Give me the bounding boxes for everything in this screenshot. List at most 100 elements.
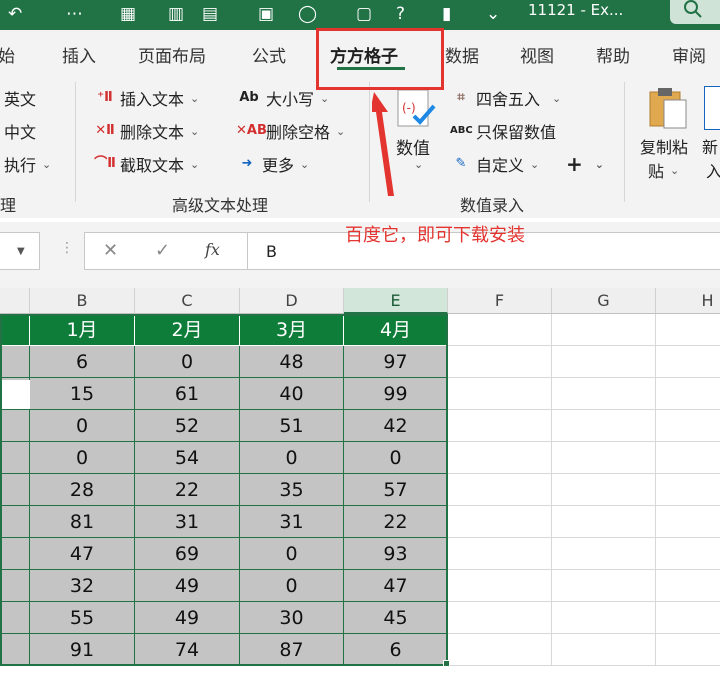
empty-cell[interactable] <box>448 538 552 570</box>
fill-handle[interactable] <box>443 660 450 667</box>
tab-help[interactable]: 帮助 <box>596 42 630 67</box>
data-cell[interactable] <box>0 634 30 666</box>
data-cell[interactable]: 6 <box>30 346 135 378</box>
data-cell[interactable]: 69 <box>135 538 240 570</box>
undo-icon[interactable]: ↶ <box>8 2 22 26</box>
textbox-icon[interactable]: ▢ <box>356 2 372 26</box>
data-cell[interactable]: 55 <box>30 602 135 634</box>
table-icon[interactable]: ▤ <box>202 2 218 26</box>
column-header-f[interactable]: F <box>448 288 552 314</box>
name-box[interactable]: ▼ <box>0 232 40 270</box>
data-cell[interactable]: 6 <box>344 634 448 666</box>
column-header-a[interactable] <box>0 288 30 314</box>
empty-cell[interactable] <box>552 346 656 378</box>
more-button[interactable]: ➜ 更多 ⌄ <box>236 152 310 176</box>
empty-cell[interactable] <box>448 570 552 602</box>
empty-cell[interactable] <box>448 410 552 442</box>
data-cell[interactable]: 91 <box>30 634 135 666</box>
round-button[interactable]: ⌗ 四舍五入 ⌄ <box>450 86 561 110</box>
empty-cell[interactable] <box>656 346 720 378</box>
empty-cell[interactable] <box>656 378 720 410</box>
empty-cell[interactable] <box>656 474 720 506</box>
data-cell[interactable] <box>0 602 30 634</box>
empty-cell[interactable] <box>552 570 656 602</box>
delete-space-button[interactable]: ✕AB 删除空格 ⌄ <box>236 119 345 143</box>
tab-view[interactable]: 视图 <box>520 42 554 67</box>
tab-review[interactable]: 审阅 <box>672 42 706 67</box>
column-header-c[interactable]: C <box>135 288 240 314</box>
empty-cell[interactable] <box>448 474 552 506</box>
add-button[interactable]: + ⌄ <box>566 152 604 176</box>
data-cell[interactable]: 0 <box>240 570 344 602</box>
data-cell[interactable]: 35 <box>240 474 344 506</box>
english-button[interactable]: 英文 <box>4 86 36 110</box>
tab-insert[interactable]: 插入 <box>62 42 96 67</box>
data-cell[interactable]: 0 <box>240 538 344 570</box>
empty-cell[interactable] <box>552 314 656 346</box>
header-cell[interactable]: 2月 <box>135 314 240 346</box>
chinese-button[interactable]: 中文 <box>4 119 36 143</box>
data-cell[interactable] <box>0 538 30 570</box>
active-cell[interactable] <box>0 380 30 409</box>
data-cell[interactable]: 97 <box>344 346 448 378</box>
data-cell[interactable]: 48 <box>240 346 344 378</box>
tab-page-layout[interactable]: 页面布局 <box>138 42 206 67</box>
column-header-h[interactable]: H <box>656 288 720 314</box>
data-cell[interactable] <box>0 506 30 538</box>
cancel-icon[interactable]: ✕ <box>103 240 118 261</box>
empty-cell[interactable] <box>448 378 552 410</box>
delete-text-button[interactable]: ✕Ⅱ 删除文本 ⌄ <box>94 119 199 143</box>
empty-cell[interactable] <box>448 314 552 346</box>
empty-cell[interactable] <box>656 602 720 634</box>
shapes-icon[interactable]: ◯ <box>298 2 317 26</box>
data-cell[interactable]: 74 <box>135 634 240 666</box>
column-header-d[interactable]: D <box>240 288 344 314</box>
header-cell[interactable] <box>0 314 30 346</box>
empty-cell[interactable] <box>552 602 656 634</box>
empty-cell[interactable] <box>552 378 656 410</box>
data-cell[interactable]: 31 <box>135 506 240 538</box>
data-cell[interactable]: 0 <box>30 410 135 442</box>
data-cell[interactable] <box>0 410 30 442</box>
data-cell[interactable]: 0 <box>344 442 448 474</box>
data-cell[interactable]: 32 <box>30 570 135 602</box>
help-icon[interactable]: ? <box>396 2 405 26</box>
data-cell[interactable]: 28 <box>30 474 135 506</box>
copy-paste-label-2[interactable]: 贴 ⌄ <box>648 158 679 182</box>
empty-cell[interactable] <box>656 570 720 602</box>
lock-icon[interactable]: ▮ <box>442 2 451 26</box>
empty-cell[interactable] <box>656 410 720 442</box>
empty-cell[interactable] <box>656 506 720 538</box>
data-cell[interactable]: 81 <box>30 506 135 538</box>
empty-cell[interactable] <box>656 538 720 570</box>
new-button[interactable]: 新 <box>702 134 718 158</box>
insert-text-button[interactable]: ⁺Ⅱ 插入文本 ⌄ <box>94 86 199 110</box>
custom-button[interactable]: ✎ 自定义 ⌄ <box>450 152 540 176</box>
data-cell[interactable]: 22 <box>135 474 240 506</box>
search-button[interactable] <box>670 0 720 24</box>
data-cell[interactable]: 49 <box>135 570 240 602</box>
data-cell[interactable]: 42 <box>344 410 448 442</box>
keep-value-button[interactable]: ABC 只保留数值 <box>450 119 556 143</box>
save-icon[interactable]: ▦ <box>120 2 136 26</box>
empty-cell[interactable] <box>552 506 656 538</box>
data-cell[interactable]: 99 <box>344 378 448 410</box>
data-cell[interactable]: 31 <box>240 506 344 538</box>
data-cell[interactable]: 22 <box>344 506 448 538</box>
data-cell[interactable]: 45 <box>344 602 448 634</box>
new-label-2[interactable]: 入 <box>706 158 720 182</box>
empty-cell[interactable] <box>656 634 720 666</box>
header-cell[interactable]: 4月 <box>344 314 448 346</box>
empty-cell[interactable] <box>656 314 720 346</box>
empty-cell[interactable] <box>552 634 656 666</box>
column-header-g[interactable]: G <box>552 288 656 314</box>
empty-cell[interactable] <box>448 442 552 474</box>
data-cell[interactable] <box>0 442 30 474</box>
tab-fangfanggezi[interactable]: 方方格子 <box>330 42 398 67</box>
extract-text-button[interactable]: ⌒Ⅱ 截取文本 ⌄ <box>94 152 199 176</box>
header-cell[interactable]: 3月 <box>240 314 344 346</box>
empty-cell[interactable] <box>552 538 656 570</box>
chart-icon[interactable]: ▥ <box>168 2 184 26</box>
data-cell[interactable]: 15 <box>30 378 135 410</box>
empty-cell[interactable] <box>448 602 552 634</box>
